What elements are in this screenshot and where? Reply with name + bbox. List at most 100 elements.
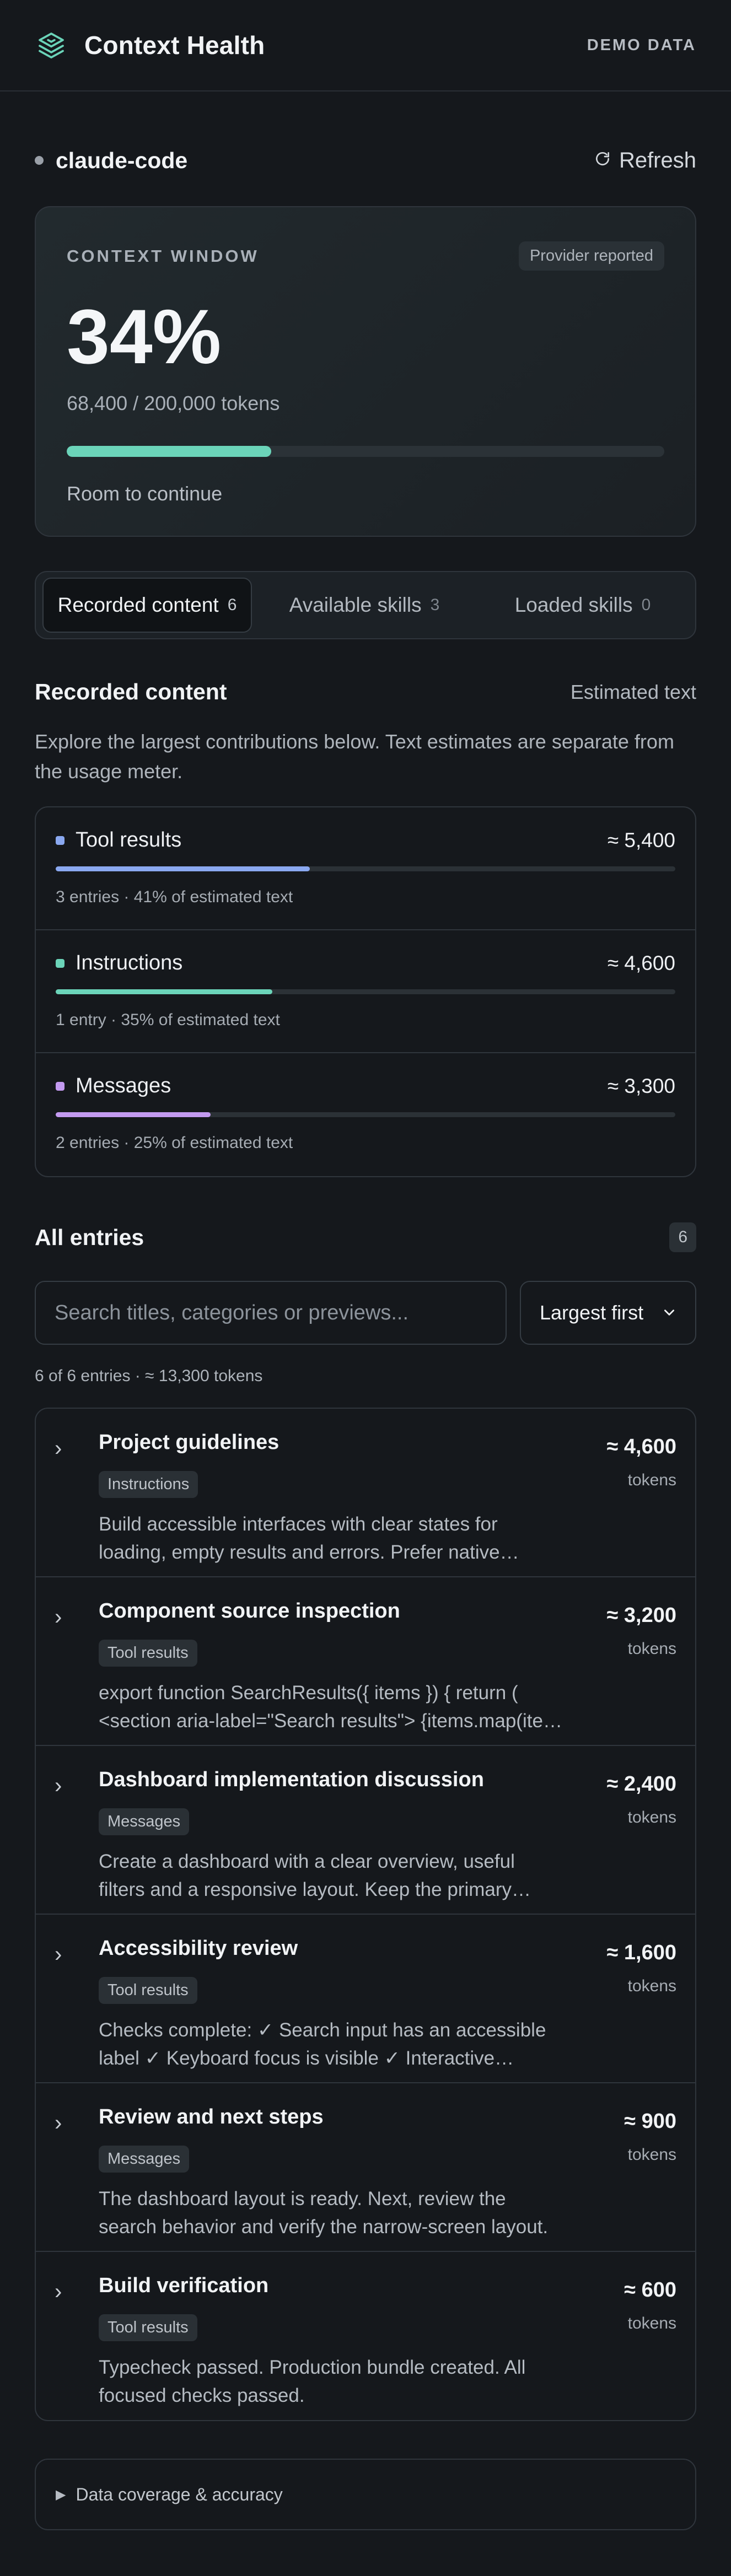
tab-recorded-content[interactable]: Recorded content 6: [42, 578, 252, 633]
section-description: Explore the largest contributions below.…: [35, 730, 674, 783]
tab-count: 6: [227, 596, 237, 614]
category-name: Instructions: [76, 951, 183, 974]
refresh-button[interactable]: Refresh: [594, 148, 696, 173]
entry-token-unit: tokens: [627, 1977, 676, 1995]
entry-title: Project guidelines: [99, 1431, 280, 1454]
entry-preview: export function SearchResults({ items })…: [99, 1682, 560, 1732]
demo-data-label: DEMO DATA: [587, 36, 696, 54]
entry-row[interactable]: › Review and next steps Messages The das…: [36, 2083, 695, 2252]
results-summary: 6 of 6 entries · ≈ 13,300 tokens: [35, 1367, 263, 1385]
category-color-icon: [56, 836, 64, 845]
category-bar-fill: [56, 866, 310, 871]
entries-controls: Largest first: [35, 1281, 696, 1345]
category-item-messages: Messages ≈ 3,300 2 entries · 25% of esti…: [36, 1053, 695, 1176]
category-item-tool-results: Tool results ≈ 5,400 3 entries · 41% of …: [36, 807, 695, 930]
entry-token-unit: tokens: [627, 2146, 676, 2164]
entry-title: Accessibility review: [99, 1937, 298, 1960]
usage-tokens: 68,400 / 200,000 tokens: [67, 392, 280, 414]
recorded-content-header: Recorded content Estimated text: [35, 679, 696, 705]
content-tabs: Recorded content 6 Available skills 3 Lo…: [35, 571, 696, 639]
entry-row[interactable]: › Project guidelines Instructions Build …: [36, 1409, 695, 1577]
main-content: claude-code Refresh CONTEXT WINDOW Provi…: [0, 119, 731, 2530]
layers-logo-icon: [35, 29, 68, 62]
category-bar: [56, 989, 675, 994]
entry-token-value: ≈ 1,600: [606, 1941, 676, 1964]
brand: Context Health: [35, 29, 265, 62]
entry-token-value: ≈ 4,600: [606, 1435, 676, 1458]
tab-count: 0: [641, 596, 651, 614]
entry-token-value: ≈ 600: [624, 2278, 676, 2302]
category-subtitle: 3 entries · 41% of estimated text: [56, 888, 293, 906]
coverage-label: Data coverage & accuracy: [76, 2484, 283, 2504]
entries-list: › Project guidelines Instructions Build …: [35, 1408, 696, 2421]
entry-title: Dashboard implementation discussion: [99, 1768, 484, 1791]
tab-available-skills[interactable]: Available skills 3: [259, 578, 470, 633]
entry-token-value: ≈ 2,400: [606, 1772, 676, 1796]
chevron-right-icon[interactable]: ›: [55, 1768, 80, 1914]
category-breakdown: Tool results ≈ 5,400 3 entries · 41% of …: [35, 806, 696, 1177]
entry-token-unit: tokens: [627, 1640, 676, 1658]
entry-category-tag: Messages: [99, 2146, 190, 2173]
chevron-right-icon[interactable]: ›: [55, 1599, 80, 1745]
refresh-label: Refresh: [619, 148, 696, 173]
chevron-right-icon[interactable]: ›: [55, 1431, 80, 1576]
sort-select[interactable]: Largest first: [520, 1281, 696, 1345]
context-window-card: CONTEXT WINDOW Provider reported 34% 68,…: [35, 206, 696, 537]
entry-title: Build verification: [99, 2274, 269, 2297]
entry-category-tag: Instructions: [99, 1471, 198, 1498]
entry-category-tag: Messages: [99, 1808, 190, 1835]
entry-preview: Create a dashboard with a clear overview…: [99, 1851, 515, 1900]
category-subtitle: 1 entry · 35% of estimated text: [56, 1011, 280, 1029]
entry-category-tag: Tool results: [99, 2314, 197, 2341]
entry-preview: Build accessible interfaces with clear s…: [99, 1513, 500, 1563]
section-title: Recorded content: [35, 679, 227, 704]
provider-badge: Provider reported: [518, 241, 664, 271]
tab-label: Recorded content: [57, 594, 219, 616]
tab-count: 3: [430, 596, 440, 614]
section-title: All entries: [35, 1224, 144, 1250]
tab-loaded-skills[interactable]: Loaded skills 0: [477, 578, 689, 633]
tab-label: Available skills: [289, 594, 422, 616]
entry-row[interactable]: › Accessibility review Tool results Chec…: [36, 1915, 695, 2083]
category-name: Messages: [76, 1074, 171, 1097]
category-name: Tool results: [76, 828, 182, 852]
category-bar-fill: [56, 989, 273, 994]
chevron-right-icon[interactable]: ›: [55, 2274, 80, 2420]
source-row: claude-code Refresh: [35, 119, 696, 202]
sort-label: Largest first: [540, 1301, 644, 1324]
caret-right-icon: ▶: [56, 2487, 66, 2502]
entry-token-value: ≈ 900: [624, 2110, 676, 2133]
source-indicator: claude-code: [35, 148, 187, 174]
category-bar: [56, 1112, 675, 1117]
chevron-right-icon[interactable]: ›: [55, 2105, 80, 2251]
app-title: Context Health: [84, 31, 265, 60]
app-header: Context Health DEMO DATA: [0, 0, 731, 91]
usage-status: Room to continue: [67, 482, 223, 505]
category-color-icon: [56, 1081, 64, 1091]
usage-progress-bar: [67, 446, 664, 457]
entry-token-value: ≈ 3,200: [606, 1604, 676, 1627]
category-bar: [56, 866, 675, 871]
usage-percent: 34%: [67, 293, 222, 380]
entry-title: Component source inspection: [99, 1599, 400, 1623]
entry-preview: Typecheck passed. Production bundle crea…: [99, 2357, 526, 2406]
entry-row[interactable]: › Dashboard implementation discussion Me…: [36, 1746, 695, 1915]
entry-token-unit: tokens: [627, 1471, 676, 1489]
status-dot-icon: [35, 156, 44, 165]
source-name: claude-code: [56, 147, 188, 173]
entry-preview: The dashboard layout is ready. Next, rev…: [99, 2188, 549, 2238]
category-value: ≈ 3,300: [607, 1074, 675, 1097]
entry-category-tag: Tool results: [99, 1977, 197, 2004]
category-color-icon: [56, 958, 64, 968]
entries-count-badge: 6: [669, 1222, 696, 1252]
search-input[interactable]: [35, 1281, 507, 1345]
entry-row[interactable]: › Component source inspection Tool resul…: [36, 1577, 695, 1746]
entry-category-tag: Tool results: [99, 1640, 197, 1667]
entry-row[interactable]: › Build verification Tool results Typech…: [36, 2252, 695, 2420]
all-entries-header: All entries 6: [35, 1222, 696, 1252]
data-coverage-disclosure[interactable]: ▶ Data coverage & accuracy: [35, 2459, 696, 2530]
tab-label: Loaded skills: [514, 594, 633, 616]
entry-token-unit: tokens: [627, 2314, 676, 2332]
entry-preview: Checks complete: ✓ Search input has an a…: [99, 2019, 546, 2069]
chevron-right-icon[interactable]: ›: [55, 1937, 80, 2082]
